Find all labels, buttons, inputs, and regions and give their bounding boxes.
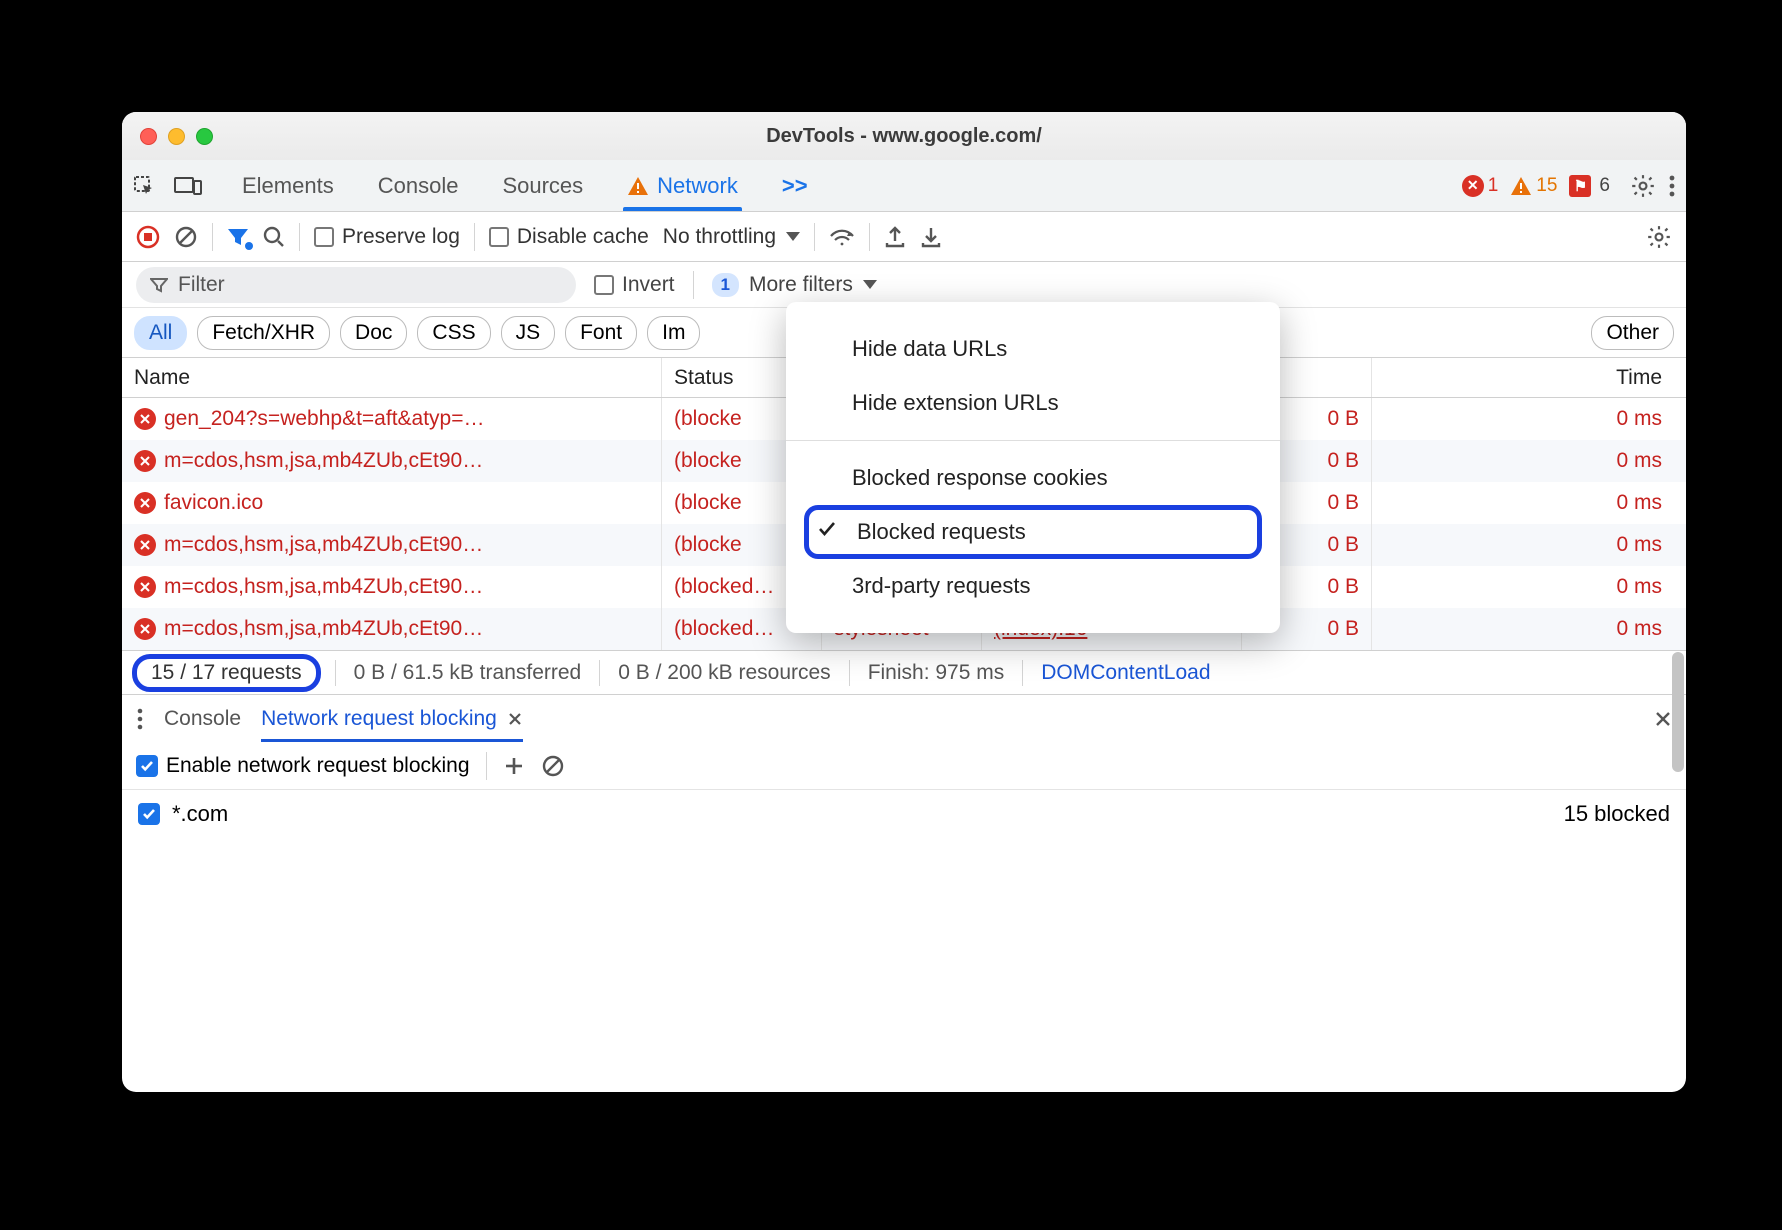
chip-img[interactable]: Im [647,316,700,350]
chip-font[interactable]: Font [565,316,637,350]
import-har-icon[interactable] [920,225,942,249]
throttling-dropdown[interactable]: No throttling [663,225,800,249]
resources: 0 B / 200 kB resources [600,661,848,685]
titlebar: DevTools - www.google.com/ [122,112,1686,160]
inspect-element-icon[interactable] [132,174,156,198]
chip-js[interactable]: JS [501,316,556,350]
drawer-tab-blocking[interactable]: Network request blocking [261,695,523,742]
settings-gear-icon[interactable] [1630,173,1656,199]
search-icon[interactable] [263,226,285,248]
export-har-icon[interactable] [884,225,906,249]
close-tab-icon[interactable] [507,711,523,727]
zoom-window-button[interactable] [196,128,213,145]
menu-blocked-cookies[interactable]: Blocked response cookies [786,451,1280,505]
enable-blocking-checkbox[interactable]: Enable network request blocking [136,754,470,778]
menu-hide-extension-urls[interactable]: Hide extension URLs [786,376,1280,430]
chip-fetch[interactable]: Fetch/XHR [197,316,330,350]
window-title: DevTools - www.google.com/ [122,125,1686,148]
col-name[interactable]: Name [122,358,662,397]
record-button[interactable] [136,225,160,249]
error-icon [134,492,156,514]
issues-count[interactable]: ⚑6 [1569,175,1610,197]
col-time[interactable]: Time [1372,358,1686,397]
more-filters-dropdown[interactable]: 1 More filters [712,273,877,297]
close-window-button[interactable] [140,128,157,145]
transferred: 0 B / 61.5 kB transferred [336,661,600,685]
minimize-window-button[interactable] [168,128,185,145]
clear-patterns-icon[interactable] [541,754,565,778]
drawer-tabbar: Console Network request blocking [122,694,1686,742]
drawer-tab-console[interactable]: Console [164,695,241,742]
warning-icon [627,176,649,196]
chip-doc[interactable]: Doc [340,316,407,350]
more-filters-menu: Hide data URLs Hide extension URLs Block… [786,302,1280,633]
finish-time: Finish: 975 ms [850,661,1023,685]
error-icon [134,618,156,640]
menu-hide-data-urls[interactable]: Hide data URLs [786,322,1280,376]
device-toolbar-icon[interactable] [174,175,202,197]
tab-network[interactable]: Network [605,160,760,211]
pattern-enabled-checkbox[interactable] [138,803,160,825]
domcontentloaded: DOMContentLoad [1023,661,1228,685]
more-menu-icon[interactable] [1668,174,1676,198]
network-settings-gear-icon[interactable] [1646,224,1672,250]
add-pattern-icon[interactable] [503,755,525,777]
scrollbar-thumb[interactable] [1672,652,1684,772]
tab-console[interactable]: Console [356,160,481,211]
warning-count[interactable]: 15 [1510,175,1557,197]
invert-checkbox[interactable]: Invert [594,273,675,297]
blocking-pattern-row[interactable]: *.com 15 blocked [122,790,1686,838]
chip-css[interactable]: CSS [417,316,490,350]
requests-count: 15 / 17 requests [132,654,321,692]
tab-sources[interactable]: Sources [480,160,605,211]
network-conditions-icon[interactable] [829,226,855,248]
close-drawer-icon[interactable] [1654,710,1672,728]
menu-blocked-requests[interactable]: Blocked requests [804,505,1262,559]
error-count[interactable]: ✕1 [1462,175,1499,197]
tabs-overflow[interactable]: >> [760,160,830,211]
traffic-lights [140,128,213,145]
network-statusbar: 15 / 17 requests 0 B / 61.5 kB transferr… [122,650,1686,694]
blocked-count: 15 blocked [1564,801,1670,827]
tab-elements[interactable]: Elements [220,160,356,211]
check-icon [817,519,837,545]
filter-icon[interactable] [227,227,249,247]
main-tabbar: Elements Console Sources Network >> ✕1 1… [122,160,1686,212]
error-icon [134,576,156,598]
clear-button[interactable] [174,225,198,249]
error-icon [134,534,156,556]
disable-cache-checkbox[interactable]: Disable cache [489,225,649,249]
drawer-more-icon[interactable] [136,707,144,731]
network-toolbar: Preserve log Disable cache No throttling [122,212,1686,262]
chip-all[interactable]: All [134,316,187,350]
menu-3rd-party-requests[interactable]: 3rd-party requests [786,559,1280,613]
chip-other[interactable]: Other [1591,316,1674,350]
filter-input[interactable]: Filter [136,267,576,303]
pattern-text: *.com [172,801,228,827]
preserve-log-checkbox[interactable]: Preserve log [314,225,460,249]
blocking-toolbar: Enable network request blocking [122,742,1686,790]
error-icon [134,408,156,430]
error-icon [134,450,156,472]
